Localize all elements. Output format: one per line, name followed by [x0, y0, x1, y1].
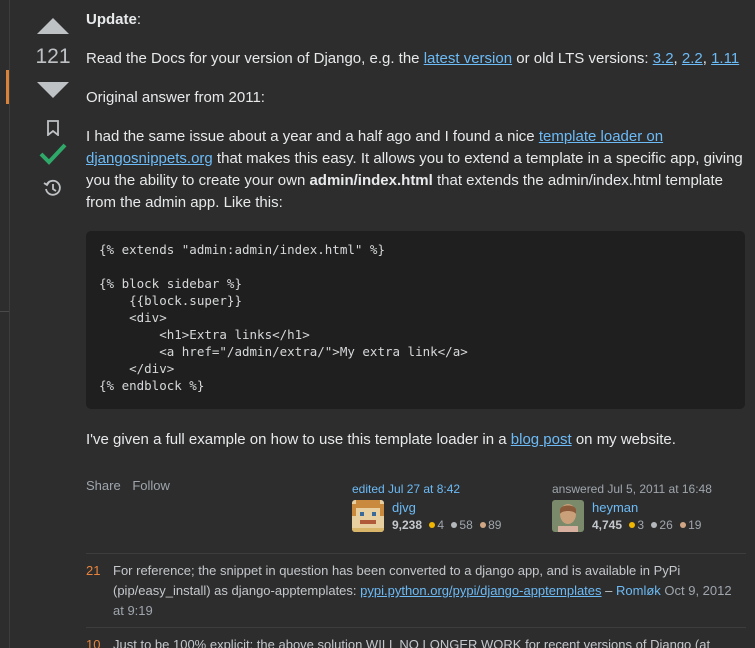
downvote-arrow-icon[interactable]	[37, 82, 69, 98]
version-sep-1: ,	[673, 50, 682, 67]
accent-bar	[6, 70, 9, 104]
update-label: Update	[86, 11, 137, 28]
docs-text-pre: Read the Docs for your version of Django…	[86, 50, 424, 67]
gold-badge-icon	[429, 522, 436, 528]
author-silver-count: 26	[659, 518, 673, 532]
bronze-badge-icon	[480, 522, 487, 528]
blog-text-post: on my website.	[571, 431, 676, 448]
editor-silver-count: 58	[459, 518, 473, 532]
comment-text: Just to be 100% explicit: the above solu…	[113, 637, 711, 648]
author-signature: answered Jul 5, 2011 at 16:48 heyman 4,7…	[552, 482, 712, 532]
editor-rep-score: 9,238	[392, 518, 423, 532]
docs-paragraph: Read the Docs for your version of Django…	[86, 48, 746, 70]
author-avatar[interactable]	[552, 500, 584, 532]
answered-timestamp[interactable]: answered Jul 5, 2011 at 16:48	[552, 482, 712, 496]
editor-signature: edited Jul 27 at 8:42 djvg 9,238 4 58 89	[352, 482, 501, 532]
blog-post-link[interactable]: blog post	[511, 431, 572, 448]
author-reputation: 4,745 3 26 19	[592, 518, 701, 532]
editor-username[interactable]: djvg	[392, 500, 501, 516]
vote-column: 121	[22, 0, 84, 200]
latest-version-link[interactable]: latest version	[424, 50, 512, 67]
history-icon[interactable]	[38, 176, 68, 200]
comment-item: 21 For reference; the snippet in questio…	[86, 553, 746, 627]
left-divider-tick	[0, 311, 9, 312]
editor-gold-count: 4	[437, 518, 445, 532]
edited-timestamp-link[interactable]: edited Jul 27 at 8:42	[352, 482, 501, 496]
blog-text-pre: I've given a full example on how to use …	[86, 431, 511, 448]
original-answer-paragraph: Original answer from 2011:	[86, 89, 265, 106]
docs-text-mid: or old LTS versions:	[512, 50, 653, 67]
gold-badge-icon	[629, 522, 636, 528]
loader-text-pre: I had the same issue about a year and a …	[86, 128, 539, 145]
version-2-2-link[interactable]: 2.2	[682, 50, 703, 67]
author-bronze-count: 19	[688, 518, 702, 532]
code-block: {% extends "admin:admin/index.html" %} {…	[86, 231, 745, 409]
author-username[interactable]: heyman	[592, 500, 701, 516]
accepted-check-icon	[38, 142, 68, 166]
post-meta: Share Follow edited Jul 27 at 8:42 djvg …	[86, 478, 746, 538]
version-3-2-link[interactable]: 3.2	[653, 50, 674, 67]
editor-reputation: 9,238 4 58 89	[392, 518, 501, 532]
vote-count: 121	[35, 45, 71, 68]
update-paragraph: Update:	[86, 9, 746, 31]
comment-score: 10	[86, 637, 101, 648]
version-sep-2: ,	[702, 50, 712, 67]
blog-paragraph: I've given a full example on how to use …	[86, 429, 746, 451]
template-loader-paragraph: I had the same issue about a year and a …	[86, 126, 746, 214]
comment-dash: –	[601, 583, 616, 598]
update-colon: :	[136, 11, 142, 28]
editor-bronze-count: 89	[488, 518, 502, 532]
comments-list: 21 For reference; the snippet in questio…	[86, 553, 746, 648]
author-rep-score: 4,745	[592, 518, 623, 532]
comment-item: 10 Just to be 100% explicit: the above s…	[86, 627, 746, 648]
author-gold-count: 3	[637, 518, 645, 532]
upvote-arrow-icon[interactable]	[37, 18, 69, 34]
comment-body: Just to be 100% explicit: the above solu…	[113, 635, 743, 648]
follow-link[interactable]: Follow	[132, 478, 170, 493]
comment-author-link[interactable]: Romløk	[616, 583, 661, 598]
pypi-link[interactable]: pypi.python.org/pypi/django-apptemplates	[360, 583, 601, 598]
comment-body: For reference; the snippet in question h…	[113, 561, 743, 621]
loader-bold-path: admin/index.html	[309, 172, 433, 189]
version-1-11-link[interactable]: 1.11	[711, 50, 739, 67]
bookmark-icon[interactable]	[38, 116, 68, 140]
share-link[interactable]: Share	[86, 478, 121, 493]
comment-score: 21	[86, 563, 101, 578]
post-actions: Share Follow	[86, 478, 178, 493]
silver-badge-icon	[451, 522, 458, 528]
left-rule	[9, 0, 10, 648]
silver-badge-icon	[651, 522, 658, 528]
bronze-badge-icon	[680, 522, 687, 528]
editor-avatar[interactable]	[352, 500, 384, 532]
